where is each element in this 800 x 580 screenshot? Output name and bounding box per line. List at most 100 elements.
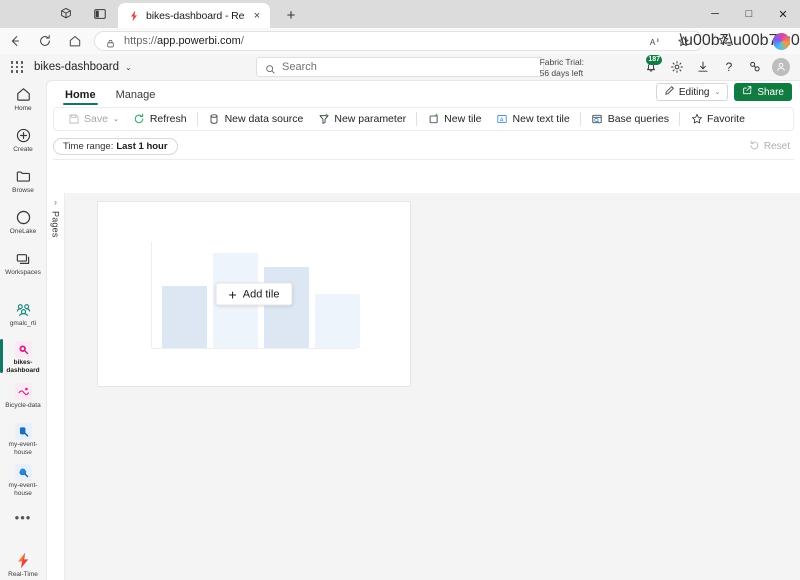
share-button[interactable]: Share bbox=[734, 83, 792, 101]
eventstream-icon bbox=[13, 381, 33, 401]
time-range-filter[interactable]: Time range: Last 1 hour bbox=[53, 138, 178, 155]
search-input[interactable]: Search bbox=[256, 57, 544, 77]
browser-tab[interactable]: bikes-dashboard - Real-Time Inte × bbox=[118, 3, 270, 28]
sidebar-item-label: gmalc_rti bbox=[9, 320, 37, 327]
window-close-button[interactable]: ✕ bbox=[766, 0, 800, 28]
browser-more-icon[interactable]: \u00b7\u00b7\u00b7 bbox=[680, 29, 800, 53]
save-button[interactable]: Save ⌄ bbox=[60, 109, 126, 129]
url-host: app.powerbi.com bbox=[157, 35, 241, 47]
tab-manage[interactable]: Manage bbox=[110, 89, 162, 105]
trial-line-2: 56 days left bbox=[539, 67, 584, 78]
kql-database-icon bbox=[13, 463, 33, 481]
url-path: / bbox=[240, 35, 244, 47]
sidebar-item-home[interactable]: Home bbox=[0, 84, 46, 118]
editing-mode-button[interactable]: Editing ⌄ bbox=[655, 83, 729, 101]
app-launcher-icon[interactable] bbox=[0, 54, 34, 80]
feedback-icon[interactable] bbox=[742, 54, 768, 80]
svg-text:A: A bbox=[500, 117, 504, 123]
new-tile-button[interactable]: New tile bbox=[420, 109, 488, 129]
refresh-button[interactable]: Refresh bbox=[126, 109, 194, 129]
star-icon bbox=[690, 113, 703, 126]
refresh-button[interactable] bbox=[30, 28, 60, 54]
sidebar-item-create[interactable]: Create bbox=[0, 125, 46, 159]
share-label: Share bbox=[757, 86, 784, 98]
sidebar-item-my-eventhouse-2[interactable]: my-event-house bbox=[0, 463, 46, 497]
home-icon[interactable] bbox=[60, 28, 90, 54]
tabstrip-left-icons bbox=[0, 0, 108, 28]
favorite-button[interactable]: Favorite bbox=[683, 109, 752, 129]
base-queries-button[interactable]: Base queries bbox=[584, 109, 676, 129]
gear-icon[interactable] bbox=[664, 54, 690, 80]
back-button[interactable] bbox=[0, 28, 30, 54]
new-text-tile-button[interactable]: A New text tile bbox=[489, 109, 577, 129]
empty-tile-card[interactable]: + Add tile bbox=[97, 201, 411, 387]
sidebar-item-onelake[interactable]: OneLake bbox=[0, 207, 46, 241]
chart-bar bbox=[264, 267, 309, 348]
sidebar-item-workspaces[interactable]: Workspaces bbox=[0, 248, 46, 282]
trial-line-1: Fabric Trial: bbox=[539, 57, 584, 67]
sidebar-item-label: OneLake bbox=[9, 228, 37, 235]
chart-x-axis bbox=[151, 348, 356, 349]
realtime-dashboard-icon bbox=[13, 340, 33, 358]
chevron-down-icon: ⌄ bbox=[112, 116, 119, 123]
editing-label: Editing bbox=[678, 86, 710, 98]
reset-icon bbox=[749, 140, 760, 154]
fabric-trial-status: Fabric Trial: 56 days left bbox=[540, 57, 584, 78]
chevron-down-icon: ⌄ bbox=[714, 89, 721, 96]
database-icon bbox=[208, 113, 221, 126]
sidebar-item-label-line1: Real-Time bbox=[8, 571, 38, 578]
new-data-source-button[interactable]: New data source bbox=[201, 109, 311, 129]
sidebar-item-gmalc-rti[interactable]: gmalc_rti bbox=[0, 299, 46, 333]
sidebar-item-browse[interactable]: Browse bbox=[0, 166, 46, 200]
ribbon-divider bbox=[679, 112, 680, 126]
ellipsis-icon: ••• bbox=[14, 510, 32, 525]
tab-home[interactable]: Home bbox=[59, 89, 102, 105]
minimize-button[interactable]: ─ bbox=[698, 0, 732, 28]
favorite-label: Favorite bbox=[707, 113, 745, 125]
address-bar[interactable]: https://app.powerbi.com/ A bbox=[94, 31, 704, 51]
parameter-icon bbox=[317, 113, 330, 126]
notifications-bell-icon[interactable]: 187 bbox=[638, 54, 664, 80]
plus-circle-icon bbox=[13, 125, 33, 145]
sidebar-item-real-time-intelligence[interactable]: Real-Time Intelligence bbox=[0, 551, 46, 580]
chevron-right-icon[interactable]: › bbox=[54, 197, 57, 207]
folder-icon bbox=[13, 166, 33, 186]
sidebar-item-my-eventhouse-1[interactable]: my-event-house bbox=[0, 422, 46, 456]
fabric-bolt-icon bbox=[127, 9, 140, 22]
download-icon[interactable] bbox=[690, 54, 716, 80]
base-queries-icon bbox=[591, 113, 604, 126]
split-screen-icon[interactable] bbox=[92, 6, 108, 22]
new-tab-button[interactable]: + bbox=[280, 4, 302, 26]
chevron-down-icon[interactable]: ⌄ bbox=[125, 63, 132, 72]
reset-button[interactable]: Reset bbox=[749, 140, 790, 154]
close-icon[interactable]: × bbox=[250, 9, 264, 23]
screen-root: bikes-dashboard - Real-Time Inte × + ─ □… bbox=[0, 0, 800, 580]
help-icon[interactable]: ? bbox=[716, 54, 742, 80]
pages-panel[interactable]: › Pages bbox=[47, 193, 65, 580]
refresh-icon bbox=[133, 113, 146, 126]
maximize-button[interactable]: □ bbox=[732, 0, 766, 28]
sidebar-item-label: my-event-house bbox=[8, 441, 38, 456]
new-parameter-label: New parameter bbox=[334, 113, 407, 125]
sidebar-item-bikes-dashboard[interactable]: bikes-dashboard bbox=[0, 339, 46, 374]
new-text-tile-label: New text tile bbox=[512, 113, 570, 125]
browser-tab-title: bikes-dashboard - Real-Time Inte bbox=[146, 9, 244, 22]
sidebar-item-bicycle-data[interactable]: Bicycle-data bbox=[0, 381, 46, 415]
sidebar-more-button[interactable]: ••• bbox=[0, 510, 46, 544]
copilot-icon[interactable] bbox=[768, 29, 794, 53]
url-scheme: https:// bbox=[124, 35, 158, 47]
new-parameter-button[interactable]: New parameter bbox=[310, 109, 413, 129]
dashboard-canvas-area: › Pages + Add tile bbox=[47, 193, 800, 580]
workspaces-cube-icon[interactable] bbox=[58, 6, 74, 22]
sidebar-item-label: my-event-house bbox=[8, 482, 38, 497]
chart-bar bbox=[315, 294, 360, 348]
eventhouse-icon bbox=[13, 422, 33, 440]
app-tab-bar: Home Manage Editing ⌄ Share bbox=[47, 81, 800, 105]
read-aloud-icon[interactable]: A bbox=[645, 29, 665, 53]
search-wrapper: Search bbox=[256, 57, 544, 77]
sidebar-item-label: Home bbox=[14, 105, 32, 112]
sidebar-item-label: Bicycle-data bbox=[5, 402, 41, 409]
avatar[interactable] bbox=[768, 54, 794, 80]
plus-icon: + bbox=[228, 286, 237, 302]
add-tile-button[interactable]: + Add tile bbox=[215, 282, 293, 306]
